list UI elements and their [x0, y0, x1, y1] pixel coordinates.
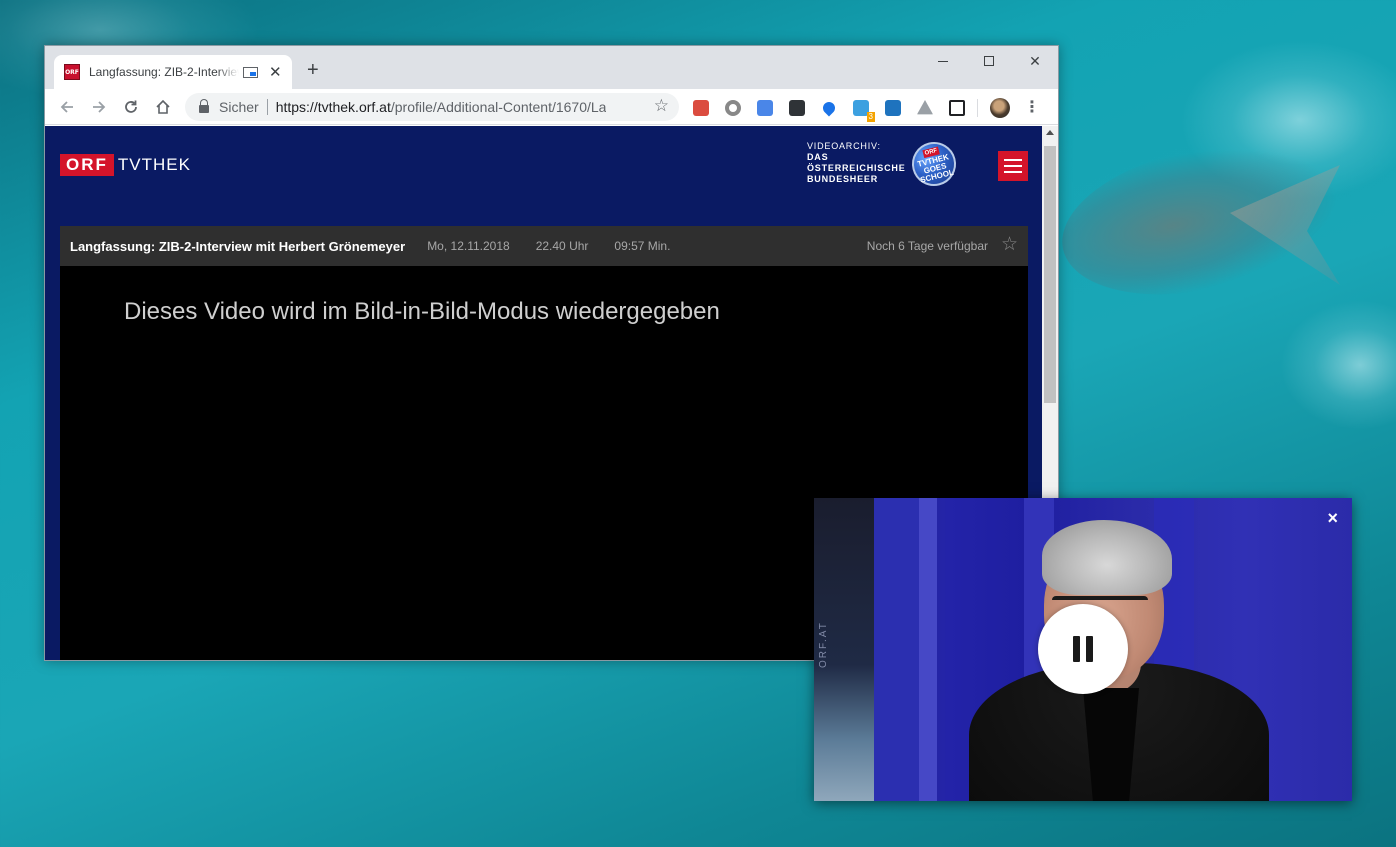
tvthek-logo-text: TVTHEK: [117, 155, 191, 174]
dots-icon[interactable]: [789, 100, 805, 116]
menu-line-icon: [1004, 159, 1022, 161]
video-title: Langfassung: ZIB-2-Interview mit Herbert…: [70, 238, 406, 254]
scroll-up-icon[interactable]: [1046, 130, 1054, 135]
videoarchiv-link[interactable]: VIDEOARCHIV: DAS ÖSTERREICHISCHE BUNDESH…: [807, 141, 906, 185]
omnibox-separator: [266, 99, 268, 115]
scrollbar-thumb[interactable]: [1044, 146, 1056, 403]
pip-pause-button[interactable]: [1038, 604, 1128, 694]
pause-bar-icon: [1086, 636, 1093, 662]
pip-placeholder-message: Dieses Video wird im Bild-in-Bild-Modus …: [124, 298, 720, 325]
ring-icon[interactable]: [725, 100, 741, 116]
minimize-button[interactable]: [920, 46, 966, 76]
avatar[interactable]: [990, 98, 1010, 118]
secure-label: Sicher: [219, 99, 259, 115]
menu-line-icon: [1004, 171, 1022, 173]
goes-school-badge-icon[interactable]: ORF TVTHEK GOES SCHOOL: [907, 137, 961, 191]
favorite-star-icon[interactable]: ☆: [1001, 233, 1018, 256]
picture-in-picture-icon: [243, 66, 258, 78]
window-controls: ✕: [920, 46, 1058, 76]
studio-backdrop: [874, 498, 919, 801]
orf-tvthek-logo[interactable]: ORF TVTHEK: [60, 154, 191, 176]
arrow-left-icon: [60, 101, 73, 113]
video-date: Mo, 12.11.2018: [427, 239, 510, 253]
pip-icon[interactable]: [949, 100, 965, 116]
lock-icon: [199, 99, 209, 113]
video-duration: 09:57 Min.: [614, 239, 671, 253]
badge-icon[interactable]: 3: [853, 100, 875, 122]
orf-logo-text: ORF: [60, 154, 114, 176]
maximize-button[interactable]: [966, 46, 1012, 76]
archive-line-2: DAS: [807, 152, 829, 162]
archive-line-4: BUNDESHEER: [807, 174, 879, 184]
tab-strip: ORF Langfassung: ZIB-2-Interview mit Her…: [45, 46, 1058, 89]
translate-icon[interactable]: [757, 100, 773, 116]
pip-window[interactable]: ORF.AT ×: [814, 498, 1352, 801]
maximize-icon: [984, 56, 994, 66]
todoist-icon[interactable]: [693, 100, 709, 116]
studio-backdrop: [919, 498, 937, 801]
reload-button[interactable]: [119, 95, 143, 119]
interviewee-hair: [1042, 520, 1172, 595]
arrow-right-icon: [93, 101, 106, 113]
toolbar-separator: [977, 99, 978, 117]
close-window-button[interactable]: ✕: [1012, 46, 1058, 76]
tab-close-button[interactable]: ✕: [269, 65, 282, 80]
tab-title: Langfassung: ZIB-2-Interview mit Herbert…: [89, 65, 239, 79]
bookmark-star-icon[interactable]: ☆: [654, 96, 669, 116]
home-icon: [156, 99, 170, 114]
reload-icon: [125, 100, 137, 113]
s-icon[interactable]: [885, 100, 901, 116]
drop-icon[interactable]: [820, 99, 838, 117]
extension-badge: 3: [866, 112, 875, 122]
wallpaper-light-2: [1280, 300, 1396, 430]
video-availability: Noch 6 Tage verfügbar: [866, 239, 988, 253]
back-button[interactable]: [55, 95, 79, 119]
hamburger-menu-button[interactable]: [998, 151, 1028, 181]
pip-close-button[interactable]: ×: [1327, 508, 1338, 529]
archive-line-1: VIDEOARCHIV:: [807, 141, 881, 151]
browser-toolbar: Sicher https://tvthek.orf.at /profile/Ad…: [45, 89, 1058, 125]
browser-menu-button[interactable]: ⋮: [1024, 100, 1040, 116]
new-tab-button[interactable]: +: [307, 60, 319, 80]
archive-line-3: ÖSTERREICHISCHE: [807, 163, 906, 173]
extensions-bar: 3 ⋮: [693, 98, 1040, 122]
orf-at-watermark: ORF.AT: [818, 621, 829, 668]
home-button[interactable]: [151, 95, 175, 119]
video-time: 22.40 Uhr: [535, 239, 589, 253]
orf-favicon-icon: ORF: [64, 64, 80, 80]
video-header: Langfassung: ZIB-2-Interview mit Herbert…: [60, 226, 1028, 266]
forward-button[interactable]: [87, 95, 111, 119]
url-path: /profile/Additional-Content/1670/Lan...: [390, 99, 606, 115]
url-host: https://tvthek.orf.at: [275, 99, 391, 115]
drive-icon[interactable]: [917, 100, 933, 115]
minimize-icon: [938, 60, 948, 62]
menu-line-icon: [1004, 165, 1022, 167]
pause-bar-icon: [1073, 636, 1080, 662]
tab-active[interactable]: ORF Langfassung: ZIB-2-Interview mit Her…: [54, 55, 292, 89]
address-bar[interactable]: Sicher https://tvthek.orf.at /profile/Ad…: [185, 93, 679, 121]
